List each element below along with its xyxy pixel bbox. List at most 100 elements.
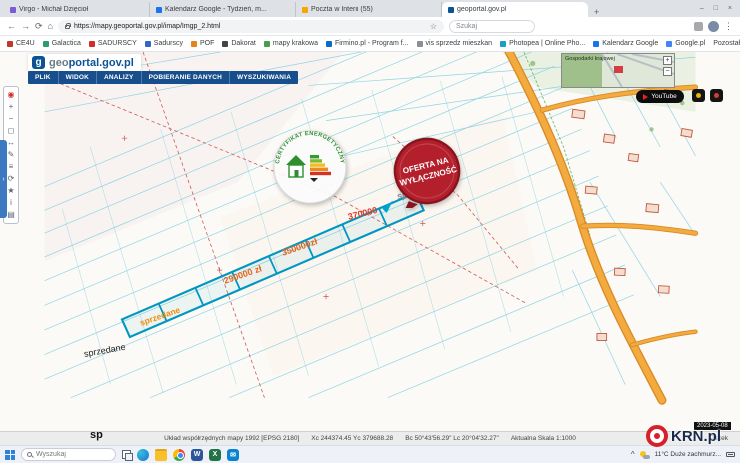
buildings bbox=[572, 90, 693, 341]
profile-avatar[interactable] bbox=[708, 21, 719, 32]
forward-icon[interactable]: → bbox=[21, 21, 30, 31]
layers-tool-icon[interactable]: ≡ bbox=[9, 161, 14, 173]
zoom-in-tool-icon[interactable]: + bbox=[9, 101, 14, 113]
geoportal-logo[interactable]: g geoportal.gov.pl bbox=[28, 54, 141, 71]
table-tool-icon[interactable]: ▤ bbox=[7, 209, 15, 221]
taskbar-icon-excel[interactable]: X bbox=[209, 449, 221, 461]
menu-item-wyszukiwania[interactable]: WYSZUKIWANIA bbox=[229, 71, 298, 84]
url-text: https://mapy.geoportal.gov.pl/imap/Imgp_… bbox=[74, 23, 220, 30]
secondary-search-input[interactable]: Szukaj bbox=[449, 20, 535, 33]
bookmarks-more[interactable]: Pozostałe zakładki» bbox=[713, 40, 740, 47]
browser-tab[interactable]: Virgo - Michał Dzięcioł bbox=[4, 2, 150, 17]
windows-taskbar: W X ✉ ^ 11°C Duże zachmurz... bbox=[0, 445, 740, 463]
bookmark-favicon bbox=[593, 41, 599, 47]
back-icon[interactable]: ← bbox=[7, 21, 16, 31]
youtube-button[interactable]: YouTube bbox=[636, 90, 684, 103]
bookmarks-bar: CE4U Galactica SADURSCY Sadurscy POF Dak… bbox=[0, 36, 740, 52]
bookmark-favicon bbox=[43, 41, 49, 47]
bookmark-favicon bbox=[326, 41, 332, 47]
bookmark-item[interactable]: mapy krakowa bbox=[264, 40, 318, 47]
info-tool-icon[interactable]: i bbox=[10, 197, 12, 209]
inset-zoom-out-button[interactable]: − bbox=[663, 67, 672, 76]
bookmark-favicon bbox=[500, 41, 506, 47]
bookmark-item[interactable]: Kalendarz Google bbox=[593, 40, 658, 47]
secondary-search-placeholder: Szukaj bbox=[456, 23, 477, 30]
bookmark-favicon bbox=[89, 41, 95, 47]
bookmark-item[interactable]: Galactica bbox=[43, 40, 81, 47]
taskbar-icon-file-explorer[interactable] bbox=[155, 449, 167, 461]
bookmark-item[interactable]: Dakorat bbox=[222, 40, 256, 47]
bookmark-item[interactable]: POF bbox=[191, 40, 214, 47]
browser-tab-active[interactable]: geoportal.gov.pl bbox=[442, 2, 588, 17]
bookmark-item[interactable]: Sadurscy bbox=[145, 40, 183, 47]
widget-dot-icon bbox=[714, 93, 719, 98]
browser-tab[interactable]: Kalendarz Google - Tydzień, m... bbox=[150, 2, 296, 17]
cadastral-map-canvas[interactable] bbox=[0, 52, 740, 432]
layers-panel-tab[interactable]: › bbox=[0, 140, 7, 218]
bookmark-item[interactable]: CE4U bbox=[7, 40, 35, 47]
krn-watermark: KRN.pl bbox=[646, 425, 721, 447]
browser-menu-icon[interactable]: ⋮ bbox=[724, 21, 733, 32]
favorites-tool-icon[interactable]: ★ bbox=[7, 185, 14, 197]
refresh-icon[interactable]: ⟳ bbox=[35, 21, 43, 32]
lock-icon bbox=[65, 25, 70, 29]
tray-expand-icon[interactable]: ^ bbox=[631, 450, 635, 459]
tab-favicon bbox=[448, 7, 454, 13]
menu-item-plik[interactable]: PLIK bbox=[28, 71, 58, 84]
battery-icon[interactable] bbox=[726, 452, 735, 457]
pan-tool-icon[interactable]: ↔ bbox=[7, 137, 15, 149]
task-view-icon[interactable] bbox=[122, 450, 131, 459]
menu-item-widok[interactable]: WIDOK bbox=[58, 71, 96, 84]
select-area-tool-icon[interactable]: ◻ bbox=[8, 125, 15, 137]
status-crs: Układ współrzędnych mapy 1992 [EPSG 2180… bbox=[164, 435, 299, 442]
energy-certificate-badge: CERTYFIKAT ENERGETYCZNY bbox=[272, 129, 348, 210]
taskbar-search[interactable] bbox=[21, 448, 116, 461]
overview-inset-map[interactable]: Gospodarki krajowej + − bbox=[561, 53, 675, 88]
refresh-tool-icon[interactable]: ⟳ bbox=[8, 173, 15, 185]
tab-label: Virgo - Michał Dzięcioł bbox=[19, 6, 88, 13]
taskbar-icon-chrome[interactable] bbox=[173, 449, 185, 461]
map-widget-button[interactable] bbox=[692, 89, 705, 102]
tab-label: Poczta w Interii (55) bbox=[311, 6, 373, 13]
map-widget-button[interactable] bbox=[710, 89, 723, 102]
start-button[interactable] bbox=[5, 450, 15, 460]
bookmark-item[interactable]: Photopea | Online Pho... bbox=[500, 40, 585, 47]
window-controls[interactable]: – □ × bbox=[700, 5, 736, 12]
widget-dot-icon bbox=[696, 93, 701, 98]
home-icon[interactable]: ⌂ bbox=[48, 21, 53, 31]
marker-tool-icon[interactable]: ◉ bbox=[8, 89, 15, 101]
taskbar-icon-mail[interactable]: ✉ bbox=[227, 449, 239, 461]
taskbar-search-input[interactable] bbox=[36, 451, 106, 458]
bookmark-item[interactable]: vis sprzedz mieszkan bbox=[417, 40, 493, 47]
bookmark-star-icon[interactable]: ☆ bbox=[430, 22, 437, 31]
browser-tab[interactable]: Poczta w Interii (55) bbox=[296, 2, 442, 17]
geoportal-status-bar: Układ współrzędnych mapy 1992 [EPSG 2180… bbox=[0, 431, 740, 445]
url-input[interactable]: https://mapy.geoportal.gov.pl/imap/Imgp_… bbox=[58, 20, 444, 33]
tab-label: Kalendarz Google - Tydzień, m... bbox=[165, 6, 267, 13]
tab-label: geoportal.gov.pl bbox=[457, 6, 506, 13]
krn-logo-icon bbox=[646, 425, 668, 447]
bookmark-item[interactable]: Firmino.pl - Program f... bbox=[326, 40, 409, 47]
taskbar-icon-word[interactable]: W bbox=[191, 449, 203, 461]
bookmark-item[interactable]: SADURSCY bbox=[89, 40, 137, 47]
geoportal-menu-bar: PLIK WIDOK ANALIZY POBIERANIE DANYCH WYS… bbox=[28, 71, 298, 84]
zoom-out-tool-icon[interactable]: − bbox=[9, 113, 14, 125]
geoportal-logo-text: geoportal.gov.pl bbox=[49, 57, 134, 69]
map-viewport[interactable]: g geoportal.gov.pl PLIK WIDOK ANALIZY PO… bbox=[0, 52, 740, 432]
extensions-icon[interactable] bbox=[694, 22, 703, 31]
weather-icon bbox=[640, 451, 650, 459]
tab-favicon bbox=[156, 7, 162, 13]
bookmark-favicon bbox=[666, 41, 672, 47]
menu-item-analizy[interactable]: ANALIZY bbox=[96, 71, 141, 84]
bookmark-favicon bbox=[191, 41, 197, 47]
bookmark-item[interactable]: Google.pl bbox=[666, 40, 705, 47]
draw-tool-icon[interactable]: ✎ bbox=[8, 149, 15, 161]
taskbar-icon-edge[interactable] bbox=[137, 449, 149, 461]
weather-text[interactable]: 11°C Duże zachmurz... bbox=[655, 451, 721, 458]
inset-zoom-in-button[interactable]: + bbox=[663, 56, 672, 65]
menu-item-pobieranie[interactable]: POBIERANIE DANYCH bbox=[141, 71, 229, 84]
search-icon bbox=[27, 452, 32, 457]
new-tab-button[interactable]: + bbox=[594, 7, 599, 17]
geoportal-logo-icon: g bbox=[32, 56, 45, 69]
browser-address-bar: ← → ⟳ ⌂ https://mapy.geoportal.gov.pl/im… bbox=[0, 17, 740, 36]
